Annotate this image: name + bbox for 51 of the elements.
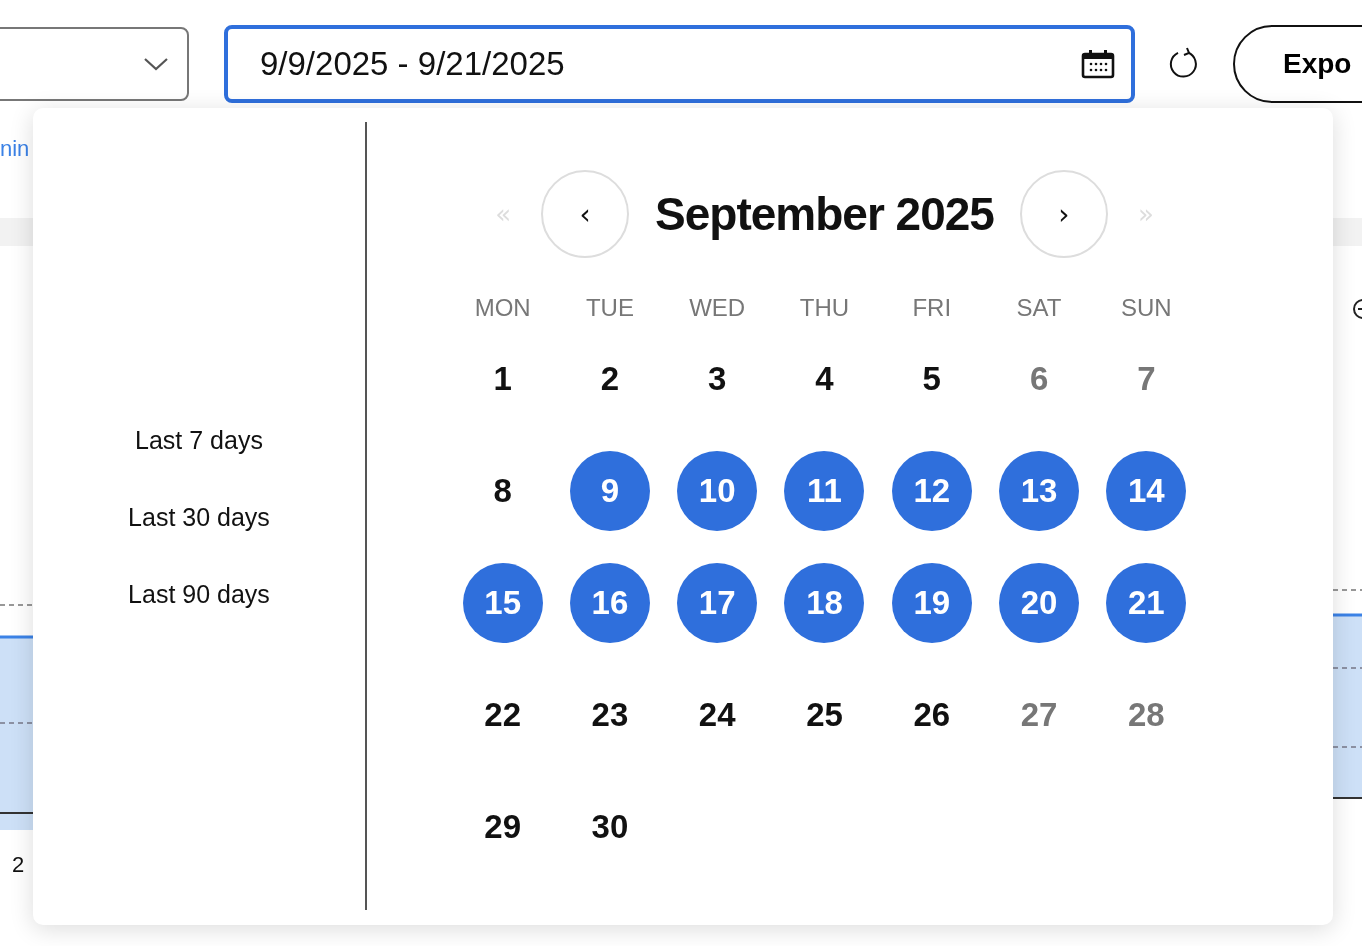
day-button[interactable]: 12 <box>891 451 972 531</box>
preset-option[interactable]: Last 30 days <box>118 499 280 536</box>
day-button[interactable]: 24 <box>677 675 758 755</box>
day-button[interactable]: 14 <box>1106 451 1187 531</box>
day-button[interactable]: 1 <box>462 339 543 419</box>
day-button[interactable]: 27 <box>999 675 1080 755</box>
weekday-label: MON <box>473 293 532 323</box>
day-button[interactable]: 28 <box>1106 675 1187 755</box>
day-button[interactable]: 25 <box>784 675 865 755</box>
day-button[interactable]: 7 <box>1106 339 1187 419</box>
weekday-label: SUN <box>1120 293 1173 323</box>
day-button[interactable]: 21 <box>1106 563 1187 643</box>
day-button[interactable]: 4 <box>784 339 865 419</box>
weekday-label: FRI <box>911 293 953 323</box>
chevron-down-icon <box>143 56 169 72</box>
day-button[interactable]: 17 <box>677 563 758 643</box>
weekday-label: SAT <box>1015 293 1063 323</box>
day-button[interactable]: 18 <box>784 563 865 643</box>
day-button[interactable]: 16 <box>569 563 650 643</box>
day-button[interactable]: 22 <box>462 675 543 755</box>
filter-dropdown[interactable] <box>0 27 189 101</box>
day-button[interactable]: 13 <box>999 451 1080 531</box>
day-button[interactable]: 9 <box>569 451 650 531</box>
export-button[interactable]: Expo <box>1233 25 1362 103</box>
previous-month-button[interactable]: ‹ <box>541 170 630 258</box>
day-button[interactable]: 2 <box>569 339 650 419</box>
day-button[interactable]: 20 <box>999 563 1080 643</box>
preset-option[interactable]: Last 90 days <box>118 576 280 613</box>
day-button[interactable]: 10 <box>677 451 758 531</box>
day-button[interactable]: 29 <box>462 787 543 867</box>
day-button[interactable]: 23 <box>569 675 650 755</box>
day-button[interactable]: 15 <box>462 563 543 643</box>
link[interactable]: nin <box>0 136 30 162</box>
day-button[interactable]: 3 <box>677 339 758 419</box>
axis-label: 2 <box>12 852 25 878</box>
day-button[interactable]: 26 <box>891 675 972 755</box>
day-button[interactable]: 11 <box>784 451 865 531</box>
month-title: September 2025 <box>655 187 994 241</box>
weekday-label: WED <box>688 293 747 323</box>
day-button[interactable]: 19 <box>891 563 972 643</box>
weekday-label: TUE <box>584 293 635 323</box>
day-button[interactable]: 5 <box>891 339 972 419</box>
date-range-field[interactable]: 9/9/2025 - 9/21/2025 <box>224 25 1135 103</box>
weekday-label: THU <box>798 293 851 323</box>
preset-option[interactable]: Last 7 days <box>125 422 273 459</box>
day-button[interactable]: 30 <box>569 787 650 867</box>
calendar-icon <box>1081 49 1115 79</box>
day-button[interactable]: 6 <box>999 339 1080 419</box>
day-button[interactable]: 8 <box>462 451 543 531</box>
date-range-value: 9/9/2025 - 9/21/2025 <box>260 45 565 83</box>
next-month-button[interactable]: › <box>1019 170 1108 258</box>
